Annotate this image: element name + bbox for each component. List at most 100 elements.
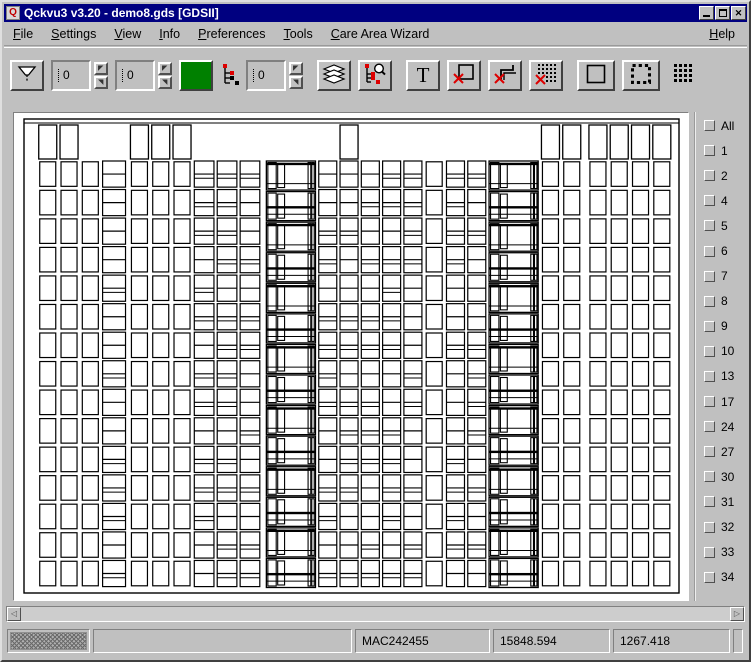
layer-label: All [721, 118, 735, 133]
layer-row[interactable]: 24 [704, 414, 747, 439]
delete-box-button[interactable] [447, 59, 481, 91]
layout-canvas[interactable] [13, 112, 689, 601]
layer-checkbox[interactable] [704, 370, 715, 382]
layer-row[interactable]: 32 [704, 515, 747, 540]
minimize-button[interactable] [699, 6, 714, 20]
menu-file[interactable]: File [4, 24, 42, 44]
horizontal-scrollbar[interactable]: ◁ ▷ [6, 606, 745, 622]
scroll-left-arrow[interactable]: ◁ [7, 607, 21, 621]
layer-checkbox[interactable] [704, 571, 715, 583]
structure-spinner-down[interactable]: ◥ [94, 75, 108, 89]
menu-care-area-wizard-rest: are Area Wizard [339, 27, 430, 41]
layers-button[interactable] [317, 59, 351, 91]
delete-box-icon [452, 62, 476, 89]
layer-checkbox[interactable] [704, 195, 715, 207]
layer-label: 13 [721, 369, 735, 384]
layer-row[interactable]: 4 [704, 188, 747, 213]
layer-row[interactable]: 33 [704, 540, 747, 565]
menu-tools[interactable]: Tools [275, 24, 322, 44]
triangle-down-icon: ◥ [293, 78, 299, 86]
layer-row[interactable]: 34 [704, 565, 747, 590]
layer-checkbox[interactable] [704, 546, 715, 558]
hierarchy-spinner-field[interactable]: 0 [246, 59, 286, 91]
triangle-up-icon: ◤ [98, 64, 104, 72]
menu-settings[interactable]: Settings [42, 24, 105, 44]
layer-row[interactable]: 9 [704, 314, 747, 339]
layer-label: 17 [721, 394, 735, 409]
delete-array-button[interactable] [529, 59, 563, 91]
status-message-field [93, 629, 352, 653]
dot-grid-holder[interactable] [667, 59, 701, 91]
layer-checkbox[interactable] [704, 270, 715, 282]
structure-spinner-field[interactable]: 0 [51, 59, 91, 91]
depth-spinner-field[interactable]: 0 [115, 59, 155, 91]
layer-checkbox[interactable] [704, 320, 715, 332]
structure-spinner[interactable]: 0 ◤ ◥ [51, 59, 108, 91]
filter-button[interactable] [10, 59, 44, 91]
layer-checkbox[interactable] [704, 220, 715, 232]
hierarchy-search-button[interactable] [358, 59, 392, 91]
menu-care-area-wizard[interactable]: Care Area Wizard [322, 24, 439, 44]
layer-row[interactable]: 2 [704, 163, 747, 188]
structure-spinner-up[interactable]: ◤ [94, 61, 108, 75]
hierarchy-spinner-up[interactable]: ◤ [289, 61, 303, 75]
menu-help[interactable]: Help [700, 24, 747, 44]
hierarchy-spinner-down[interactable]: ◥ [289, 75, 303, 89]
layer-checkbox[interactable] [704, 521, 715, 533]
menu-preferences[interactable]: Preferences [189, 24, 274, 44]
layer-checkbox[interactable] [704, 170, 715, 182]
depth-spinner[interactable]: 0 ◤ ◥ [115, 59, 172, 91]
depth-spinner-down[interactable]: ◥ [158, 75, 172, 89]
box-outline-button[interactable] [577, 59, 615, 91]
progress-field [7, 629, 90, 653]
layer-color-swatch[interactable] [179, 59, 213, 91]
layer-checkbox[interactable] [704, 345, 715, 357]
layer-label: 9 [721, 319, 728, 334]
hierarchy-spinner-buttons: ◤ ◥ [289, 60, 303, 91]
delete-path-button[interactable] [488, 59, 522, 91]
scroll-trough[interactable] [21, 607, 730, 621]
layer-checkbox[interactable] [704, 446, 715, 458]
layer-checkbox[interactable] [704, 120, 715, 132]
menu-tools-rest: ools [289, 27, 313, 41]
layer-checkbox[interactable] [704, 295, 715, 307]
layer-row[interactable]: 13 [704, 364, 747, 389]
layer-label: 4 [721, 193, 728, 208]
title-bar: Q Qckvu3 v3.20 - demo8.gds [GDSII] ✕ [4, 4, 747, 22]
hierarchy-tree-icon [221, 62, 243, 89]
layer-checkbox[interactable] [704, 245, 715, 257]
layer-row[interactable]: 27 [704, 439, 747, 464]
layout-drawing [23, 118, 680, 594]
layer-row[interactable]: 1 [704, 138, 747, 163]
layer-row[interactable]: 30 [704, 464, 747, 489]
layer-row[interactable]: 7 [704, 264, 747, 289]
dashed-box-button[interactable] [622, 59, 660, 91]
layer-checkbox[interactable] [704, 145, 715, 157]
layer-checkbox[interactable] [704, 421, 715, 433]
layer-checkbox[interactable] [704, 396, 715, 408]
layer-row[interactable]: 6 [704, 238, 747, 263]
scroll-right-arrow[interactable]: ▷ [730, 607, 744, 621]
hierarchy-spinner[interactable]: 0 ◤ ◥ [246, 59, 303, 91]
layer-checkbox[interactable] [704, 496, 715, 508]
layer-label: 10 [721, 344, 735, 359]
depth-spinner-up[interactable]: ◤ [158, 61, 172, 75]
layer-row[interactable]: 10 [704, 339, 747, 364]
funnel-icon [16, 63, 38, 88]
menu-view[interactable]: View [105, 24, 150, 44]
layer-row[interactable]: All [704, 113, 747, 138]
layer-row[interactable]: 31 [704, 489, 747, 514]
menu-view-rest: iew [122, 27, 142, 41]
text-tool-button[interactable]: T [406, 59, 440, 91]
menu-info[interactable]: Info [150, 24, 189, 44]
close-button[interactable]: ✕ [731, 6, 746, 20]
layer-label: 2 [721, 168, 728, 183]
layer-row[interactable]: 17 [704, 389, 747, 414]
maximize-button[interactable] [715, 6, 730, 20]
app-icon: Q [6, 6, 20, 20]
layer-row[interactable]: 5 [704, 213, 747, 238]
layer-checkbox[interactable] [704, 471, 715, 483]
coord-x-field: 15848.594 [493, 629, 610, 653]
hierarchy-search-icon [363, 62, 387, 89]
layer-row[interactable]: 8 [704, 289, 747, 314]
